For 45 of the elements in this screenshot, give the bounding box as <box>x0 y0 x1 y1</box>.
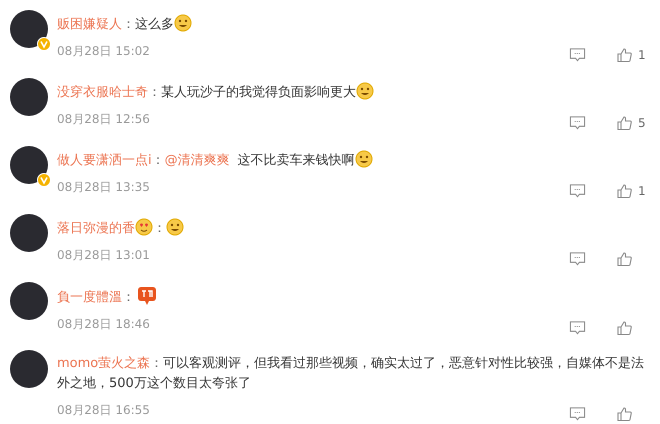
thumbs-up-icon <box>616 115 633 131</box>
avatar-placeholder[interactable] <box>10 350 48 388</box>
username-link[interactable]: momo萤火之森 <box>57 356 150 371</box>
comment-text: 做人要潇洒一点i：@清清爽爽 这不比卖车来钱快啊 <box>57 144 646 171</box>
like-button[interactable]: 1 <box>616 47 646 63</box>
comment-text: momo萤火之森：可以客观测评，但我看过那些视频，确实太过了，恶意针对性比较强，自媒体不是法外之地，500万这个数目太夸张了 <box>57 355 646 393</box>
comment-text: 負一度體溫： <box>57 280 646 308</box>
avatar-placeholder[interactable] <box>10 282 48 320</box>
emoji-icon <box>166 218 184 236</box>
like-button[interactable]: 1 <box>616 183 646 199</box>
thumbs-up-icon <box>616 320 633 336</box>
thumbs-up-icon <box>616 183 633 199</box>
thumbs-up-icon <box>616 406 633 422</box>
username-link[interactable]: 没穿衣服哈士奇 <box>57 85 148 100</box>
thumbs-up-icon <box>616 251 633 267</box>
comment-time: 08月28日 18:46 <box>57 316 150 332</box>
avatar-placeholder[interactable] <box>10 214 48 252</box>
avatar-placeholder[interactable] <box>10 10 48 48</box>
avatar-placeholder[interactable] <box>10 146 48 184</box>
comment-icon[interactable] <box>569 47 586 63</box>
comment-text: 贩困嫌疑人：这么多 <box>57 8 646 35</box>
comment-icon[interactable] <box>569 406 586 422</box>
comment-time: 08月28日 16:55 <box>57 402 150 418</box>
avatar-placeholder[interactable] <box>10 78 48 116</box>
username-link[interactable]: 贩困嫌疑人 <box>57 17 122 32</box>
thumbs-up-icon <box>616 47 633 63</box>
comment-icon[interactable] <box>569 115 586 131</box>
comment-time: 08月28日 12:56 <box>57 110 150 128</box>
username-link[interactable]: 負一度體溫 <box>57 290 122 305</box>
username-link[interactable]: 做人要潇洒一点i <box>57 153 152 168</box>
comment-icon[interactable] <box>569 320 586 336</box>
emoji-icon <box>354 150 373 168</box>
emoji-icon <box>356 82 374 100</box>
comment-icon[interactable] <box>569 183 586 199</box>
sticker-icon <box>137 286 157 306</box>
comment-time: 08月28日 15:02 <box>57 42 150 60</box>
comment-time: 08月28日 13:01 <box>57 246 150 264</box>
comment-icon[interactable] <box>569 251 586 267</box>
username-link[interactable]: 落日弥漫的香 <box>57 221 135 236</box>
comment-text: 没穿衣服哈士奇：某人玩沙子的我觉得负面影响更大 <box>57 76 646 103</box>
comment-time: 08月28日 13:35 <box>57 178 150 196</box>
emoji-icon <box>174 14 192 32</box>
comment-text: 落日弥漫的香 ： <box>57 212 646 239</box>
like-button[interactable]: 5 <box>616 115 646 131</box>
mention-link[interactable]: @清清爽爽 <box>164 153 230 168</box>
